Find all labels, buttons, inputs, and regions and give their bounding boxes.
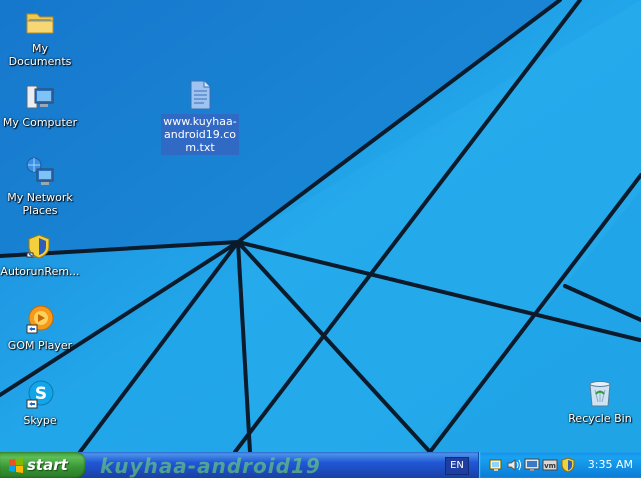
watermark-logo: kuyhaa-android19 [100,454,321,478]
volume-icon[interactable] [506,457,522,473]
desktop-icon-gom-player[interactable]: GOM Player [0,303,80,352]
vmware-tools-icon[interactable]: vm [542,457,558,473]
desktop-icon-skype[interactable]: S Skype [0,378,80,427]
desktop-icon-my-computer[interactable]: My Computer [0,80,80,129]
desktop-icon-label: My Computer [2,116,78,129]
autorun-remover-icon [26,234,50,259]
desktop-icon-label: Recycle Bin [568,412,632,425]
svg-text:vm: vm [544,462,556,470]
network-connections-icon[interactable] [488,457,504,473]
skype-icon: S [26,380,54,409]
desktop-icon-my-documents[interactable]: My Documents [0,6,80,68]
desktop-icon-my-network-places[interactable]: My Network Places [0,155,80,217]
desktop-icon-label: GOM Player [7,339,73,352]
clock[interactable]: 3:35 AM [583,452,633,478]
desktop-icon-label: My Documents [8,42,72,68]
wallpaper [0,0,641,452]
computer-icon [26,85,54,109]
security-shield-icon[interactable] [560,457,576,473]
desktop-icon-text-file[interactable]: www.kuyhaa-android19.com.txt [160,78,240,155]
desktop-icon-recycle-bin[interactable]: Recycle Bin [560,376,640,425]
language-indicator[interactable]: EN [445,457,469,475]
recycle-bin-icon [589,381,611,407]
desktop-icon-label: AutorunRem... [0,265,80,278]
desktop[interactable]: My Documents My Computer My Network Plac… [0,0,641,452]
desktop-icon-autorun-remover[interactable]: AutorunRem... [0,229,80,278]
desktop-icon-label: Skype [23,414,57,427]
desktop-icon-label: www.kuyhaa-android19.com.txt [161,114,239,155]
gom-player-icon [26,305,54,334]
folder-documents-icon [26,13,54,34]
taskbar[interactable]: start kuyhaa-android19 EN vm 3:35 AM [0,452,641,478]
start-button[interactable]: start [0,452,86,478]
display-icon[interactable] [524,457,540,473]
start-label: start [27,456,68,474]
text-file-icon [190,80,211,110]
windows-flag-icon [9,458,23,473]
desktop-icon-label: My Network Places [7,191,73,217]
network-places-icon [26,157,54,185]
